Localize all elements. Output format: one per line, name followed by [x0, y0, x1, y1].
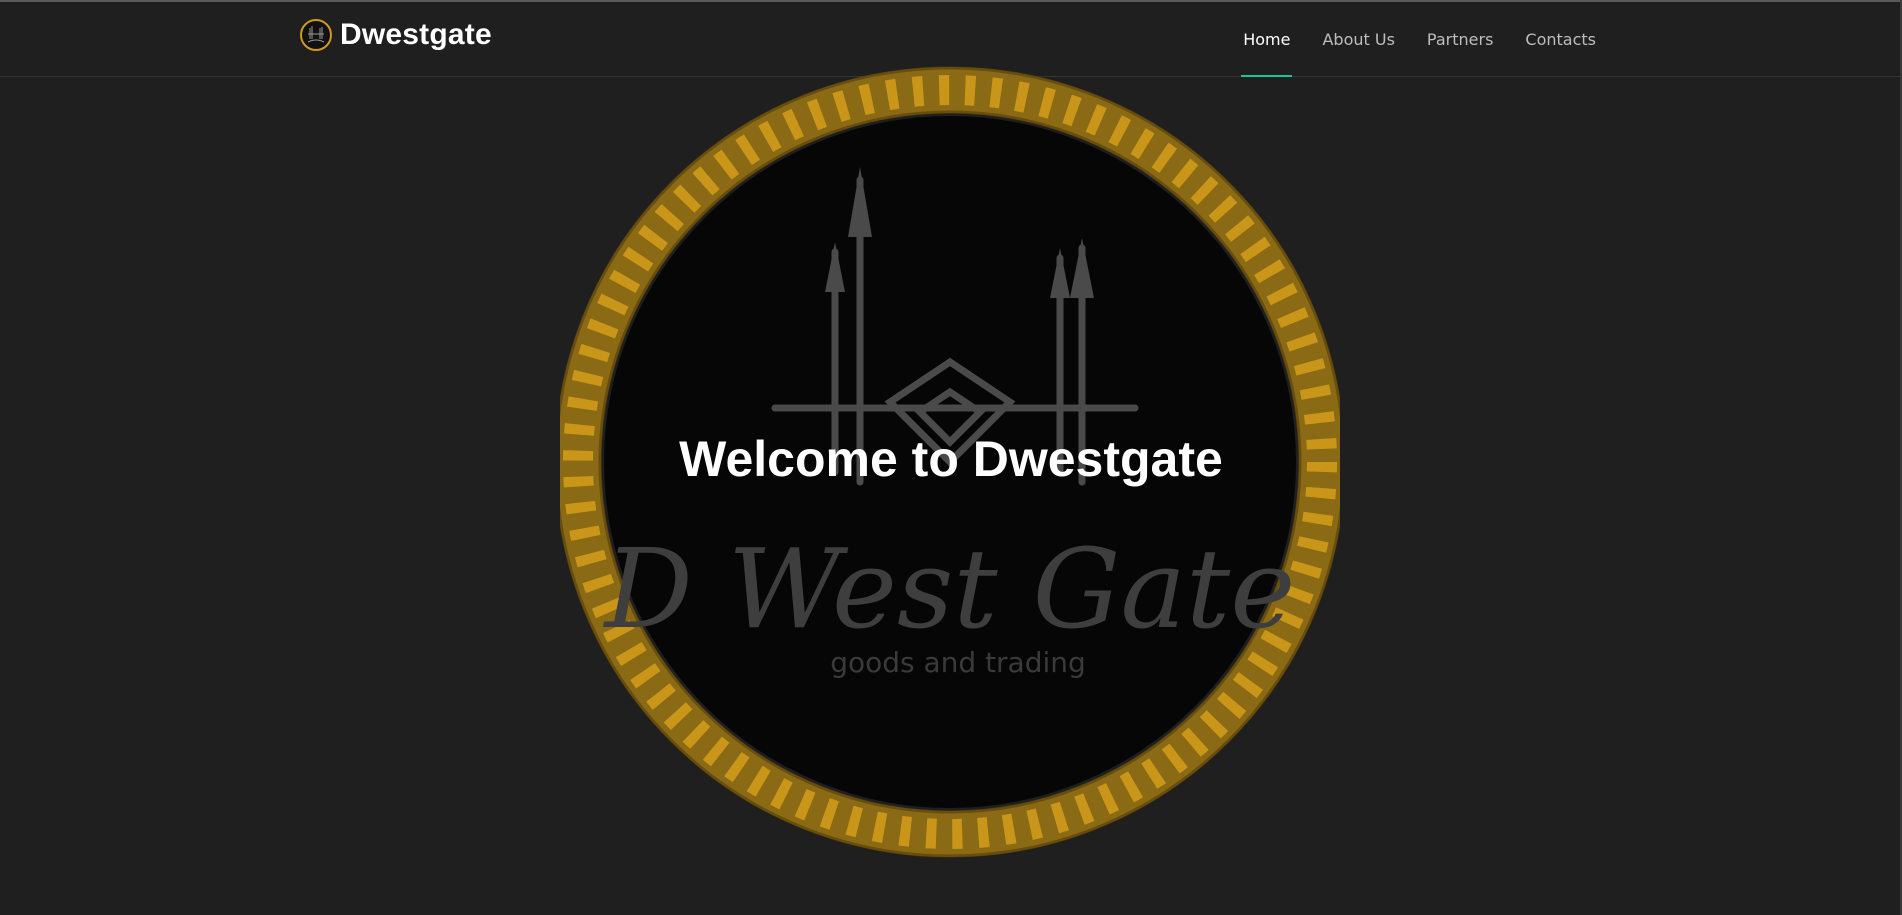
emblem-tagline: goods and trading: [830, 646, 1086, 679]
nav-item-contacts[interactable]: Contacts: [1525, 2, 1596, 76]
nav-item-partners[interactable]: Partners: [1427, 2, 1493, 76]
emblem-script-text: D West Gate: [603, 525, 1296, 653]
hero-title: Welcome to Dwestgate: [679, 431, 1223, 487]
dwestgate-logo-icon: [300, 19, 332, 51]
brand-name: Dwestgate: [340, 18, 492, 51]
brand-link[interactable]: Dwestgate: [300, 18, 492, 52]
